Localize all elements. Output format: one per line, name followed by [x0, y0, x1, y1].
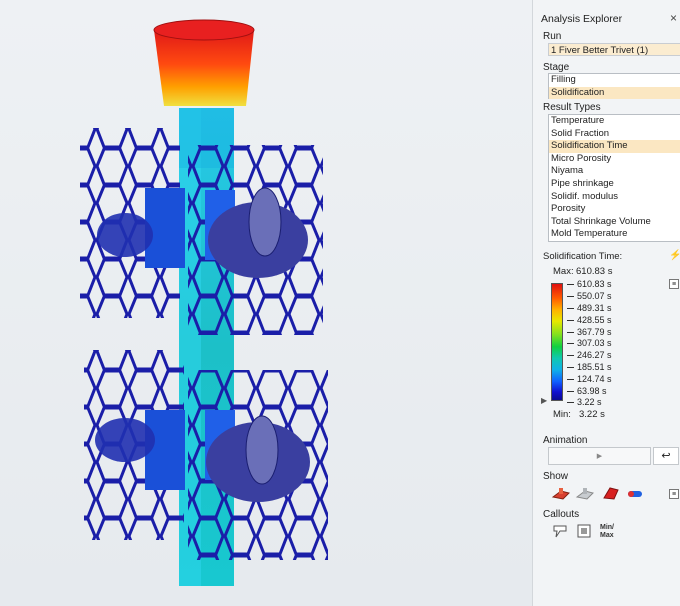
result-types-list[interactable]: Temperature Solid Fraction Solidificatio… — [548, 114, 680, 242]
callout-box-icon[interactable] — [575, 523, 595, 539]
legend-tick: 124.74 s — [567, 374, 612, 384]
result-item-micro-porosity[interactable]: Micro Porosity — [549, 153, 680, 166]
return-icon[interactable]: ↩ — [653, 447, 679, 465]
callout-minmax-button[interactable]: Min/Max — [600, 524, 614, 540]
3d-viewport[interactable] — [0, 0, 532, 606]
legend-min-value: 3.22 s — [579, 409, 605, 420]
cylinder-show-icon[interactable] — [625, 485, 645, 501]
legend-menu-icon[interactable]: ≡ — [669, 279, 679, 289]
result-item-mold-temperature[interactable]: Mold Temperature — [549, 228, 680, 241]
analysis-explorer-panel: Analysis Explorer × Run 1 Fiver Better T… — [532, 0, 680, 606]
result-item-temperature[interactable]: Temperature — [549, 115, 680, 128]
cut-show-icon[interactable] — [601, 485, 621, 501]
trivet-upper-right — [188, 145, 323, 335]
result-item-niyama[interactable]: Niyama — [549, 165, 680, 178]
legend-slider-handle-icon[interactable]: ▶ — [541, 396, 547, 405]
callouts-label: Callouts — [543, 509, 580, 520]
animation-label: Animation — [543, 435, 588, 446]
run-label: Run — [543, 31, 562, 42]
show-label: Show — [543, 471, 569, 482]
legend-tick: 307.03 s — [567, 338, 612, 348]
legend-min-label: Min: — [553, 409, 571, 420]
result-item-pipe-shrinkage[interactable]: Pipe shrinkage — [549, 178, 680, 191]
lightning-icon[interactable]: ⚡ — [669, 250, 680, 261]
legend-tick: 610.83 s — [567, 279, 612, 289]
legend-title: Solidification Time: — [543, 251, 623, 262]
result-item-total-shrinkage-volume[interactable]: Total Shrinkage Volume — [549, 216, 680, 229]
callout-pin-icon[interactable] — [551, 523, 571, 539]
stage-item-filling[interactable]: Filling — [549, 74, 680, 87]
stage-item-solidification[interactable]: Solidification — [549, 86, 680, 100]
result-types-label: Result Types — [543, 102, 601, 113]
legend-colorbar — [551, 283, 563, 401]
pouring-cup — [154, 30, 254, 106]
result-item-solid-fraction[interactable]: Solid Fraction — [549, 128, 680, 141]
legend-tick: 489.31 s — [567, 303, 612, 313]
legend-tick: 63.98 s — [567, 386, 607, 396]
mold-show-icon[interactable] — [575, 485, 595, 501]
part-show-icon[interactable] — [551, 485, 571, 501]
legend-tick: 246.27 s — [567, 350, 612, 360]
legend-tick: 367.79 s — [567, 327, 612, 337]
panel-title: Analysis Explorer — [541, 13, 623, 25]
legend-tick: 550.07 s — [567, 291, 612, 301]
legend-tick: 428.55 s — [567, 315, 612, 325]
close-icon[interactable]: × — [670, 11, 677, 25]
show-menu-icon[interactable]: ≡ — [669, 489, 679, 499]
legend-tick: 185.51 s — [567, 362, 612, 372]
legend-tick: 3.22 s — [567, 397, 602, 407]
stage-label: Stage — [543, 62, 570, 73]
trivet-lower-left — [84, 350, 185, 540]
legend-max-label: Max: — [553, 266, 574, 277]
legend-max-value: 610.83 s — [576, 266, 613, 277]
result-item-solidif-modulus[interactable]: Solidif. modulus — [549, 191, 680, 204]
casting-model — [80, 19, 328, 586]
play-icon[interactable]: ▶ — [597, 453, 602, 460]
run-select[interactable]: 1 Fiver Better Trivet (1) — [548, 43, 680, 56]
trivet-upper-left — [80, 128, 185, 318]
trivet-lower-right — [188, 370, 328, 560]
animation-play-bar[interactable]: ▶ — [548, 447, 651, 465]
result-item-porosity[interactable]: Porosity — [549, 203, 680, 216]
stage-list[interactable]: Filling Solidification — [548, 73, 680, 100]
result-item-solidification-time[interactable]: Solidification Time — [549, 140, 680, 153]
